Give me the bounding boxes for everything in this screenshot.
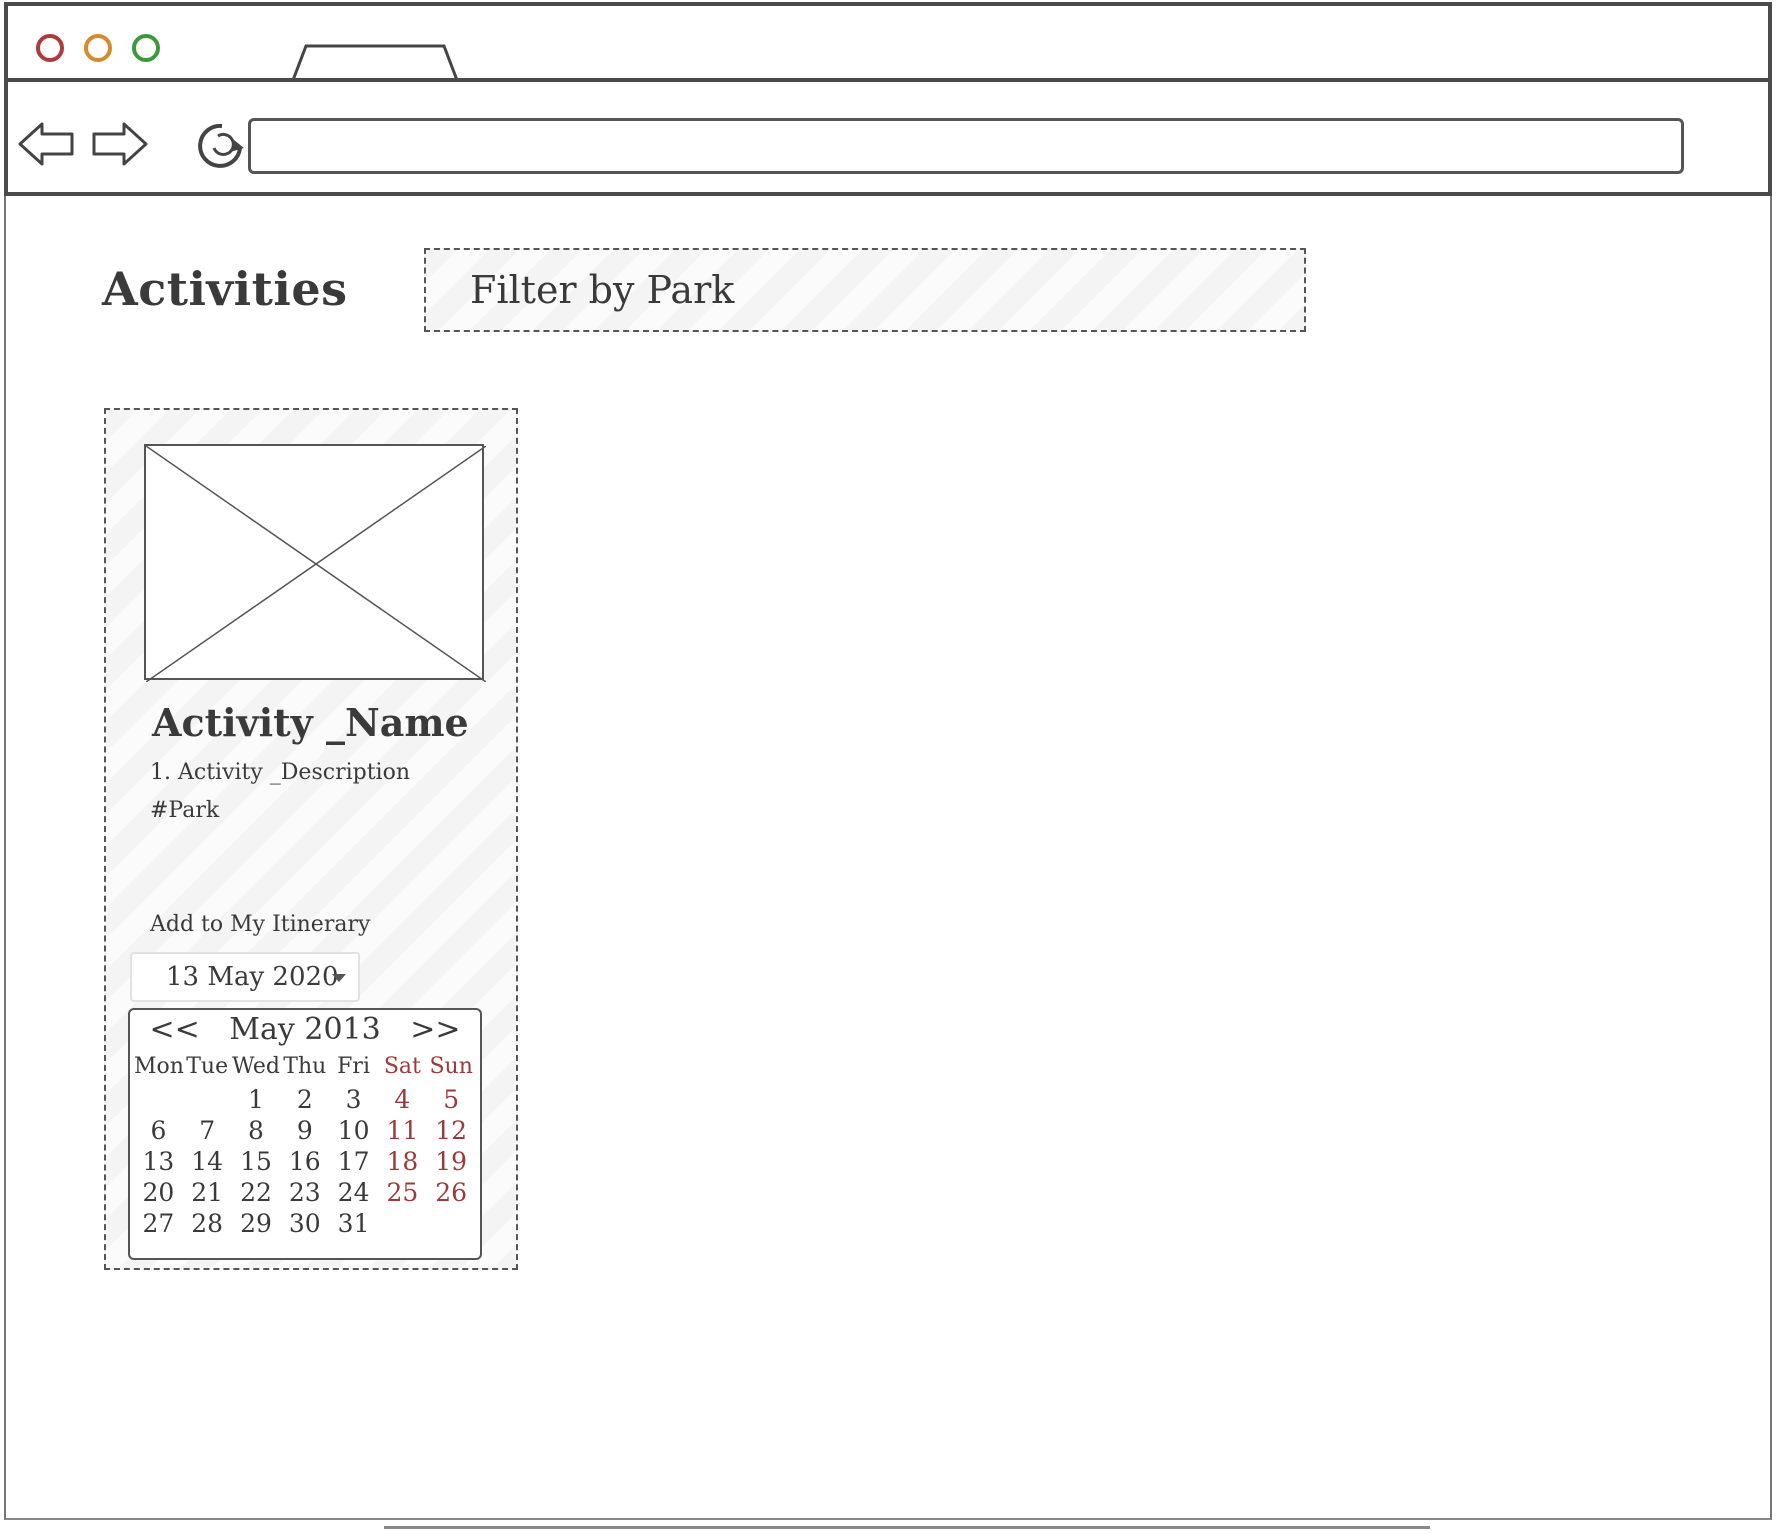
calendar-day[interactable]: 21 [183, 1178, 232, 1209]
calendar-day[interactable]: 6 [134, 1116, 183, 1147]
calendar-header: << May 2013 >> [130, 1012, 480, 1047]
calendar-day[interactable]: 19 [427, 1147, 476, 1178]
calendar-day[interactable]: 7 [183, 1116, 232, 1147]
calendar-day[interactable] [427, 1209, 476, 1240]
date-picker-value: 13 May 2020 [166, 962, 339, 992]
calendar-day[interactable]: 5 [427, 1085, 476, 1116]
calendar-day[interactable]: 26 [427, 1178, 476, 1209]
activity-description: 1. Activity _Description [150, 760, 410, 785]
arrow-right-icon[interactable] [90, 118, 150, 170]
calendar-day[interactable]: 10 [329, 1116, 378, 1147]
calendar-day[interactable]: 15 [232, 1147, 281, 1178]
calendar-month-label: May 2013 [229, 1012, 381, 1047]
calendar-day[interactable]: 17 [329, 1147, 378, 1178]
calendar-day[interactable]: 22 [232, 1178, 281, 1209]
day-name-thu: Thu [283, 1054, 327, 1079]
activity-park-tag[interactable]: #Park [150, 798, 219, 823]
calendar-day[interactable]: 1 [232, 1085, 281, 1116]
activity-card: Activity _Name 1. Activity _Description … [104, 408, 518, 1270]
calendar-day[interactable]: 8 [232, 1116, 281, 1147]
calendar-prev-button[interactable]: << [149, 1012, 199, 1047]
calendar-day[interactable] [378, 1209, 427, 1240]
day-name-fri: Fri [337, 1054, 370, 1079]
calendar-grid: Mon Tue Wed Thu Fri Sat Sun 1 2 3 4 5 6 … [134, 1054, 476, 1240]
calendar-week-5: 27 28 29 30 31 [134, 1209, 476, 1240]
itinerary-date-picker[interactable]: 13 May 2020 [130, 952, 360, 1002]
calendar-day[interactable]: 24 [329, 1178, 378, 1209]
day-name-sun: Sun [429, 1054, 473, 1079]
calendar-day[interactable]: 27 [134, 1209, 183, 1240]
maximize-window-button[interactable] [132, 34, 160, 62]
calendar-day[interactable]: 28 [183, 1209, 232, 1240]
calendar-day[interactable] [183, 1085, 232, 1116]
activity-image [144, 444, 486, 682]
calendar-week-3: 13 14 15 16 17 18 19 [134, 1147, 476, 1178]
horizontal-scrollbar[interactable] [384, 1526, 1430, 1529]
day-name-tue: Tue [186, 1054, 229, 1079]
calendar-day[interactable]: 29 [232, 1209, 281, 1240]
calendar-day[interactable]: 20 [134, 1178, 183, 1209]
close-window-button[interactable] [36, 34, 64, 62]
address-bar[interactable] [248, 118, 1684, 174]
calendar-day[interactable]: 11 [378, 1116, 427, 1147]
image-placeholder-icon [146, 446, 486, 682]
filter-label: Filter by Park [470, 268, 735, 312]
day-name-mon: Mon [134, 1054, 184, 1079]
calendar-day[interactable]: 3 [329, 1085, 378, 1116]
day-name-sat: Sat [383, 1054, 421, 1079]
arrow-left-icon[interactable] [16, 118, 76, 170]
calendar-day[interactable]: 13 [134, 1147, 183, 1178]
calendar-week-2: 6 7 8 9 10 11 12 [134, 1116, 476, 1147]
calendar-popup: << May 2013 >> Mon Tue Wed Thu Fri Sat S… [128, 1008, 482, 1260]
calendar-day-names: Mon Tue Wed Thu Fri Sat Sun [134, 1054, 476, 1085]
calendar-day[interactable] [134, 1085, 183, 1116]
calendar-day[interactable]: 9 [280, 1116, 329, 1147]
calendar-day[interactable]: 31 [329, 1209, 378, 1240]
page-title: Activities [102, 262, 348, 316]
title-bar [4, 2, 1772, 88]
calendar-day[interactable]: 4 [378, 1085, 427, 1116]
calendar-day[interactable]: 25 [378, 1178, 427, 1209]
calendar-day[interactable]: 30 [280, 1209, 329, 1240]
calendar-day[interactable]: 14 [183, 1147, 232, 1178]
minimize-window-button[interactable] [84, 34, 112, 62]
calendar-day[interactable]: 23 [280, 1178, 329, 1209]
calendar-day[interactable]: 18 [378, 1147, 427, 1178]
calendar-week-4: 20 21 22 23 24 25 26 [134, 1178, 476, 1209]
calendar-day[interactable]: 12 [427, 1116, 476, 1147]
day-name-wed: Wed [232, 1054, 280, 1079]
calendar-day[interactable]: 16 [280, 1147, 329, 1178]
calendar-week-1: 1 2 3 4 5 [134, 1085, 476, 1116]
add-to-itinerary-label: Add to My Itinerary [150, 912, 371, 937]
reload-icon[interactable] [188, 118, 248, 170]
calendar-next-button[interactable]: >> [410, 1012, 460, 1047]
chevron-down-icon[interactable] [332, 974, 346, 982]
filter-by-park-dropdown[interactable]: Filter by Park [424, 248, 1306, 332]
calendar-day[interactable]: 2 [280, 1085, 329, 1116]
activity-name: Activity _Name [152, 700, 469, 745]
